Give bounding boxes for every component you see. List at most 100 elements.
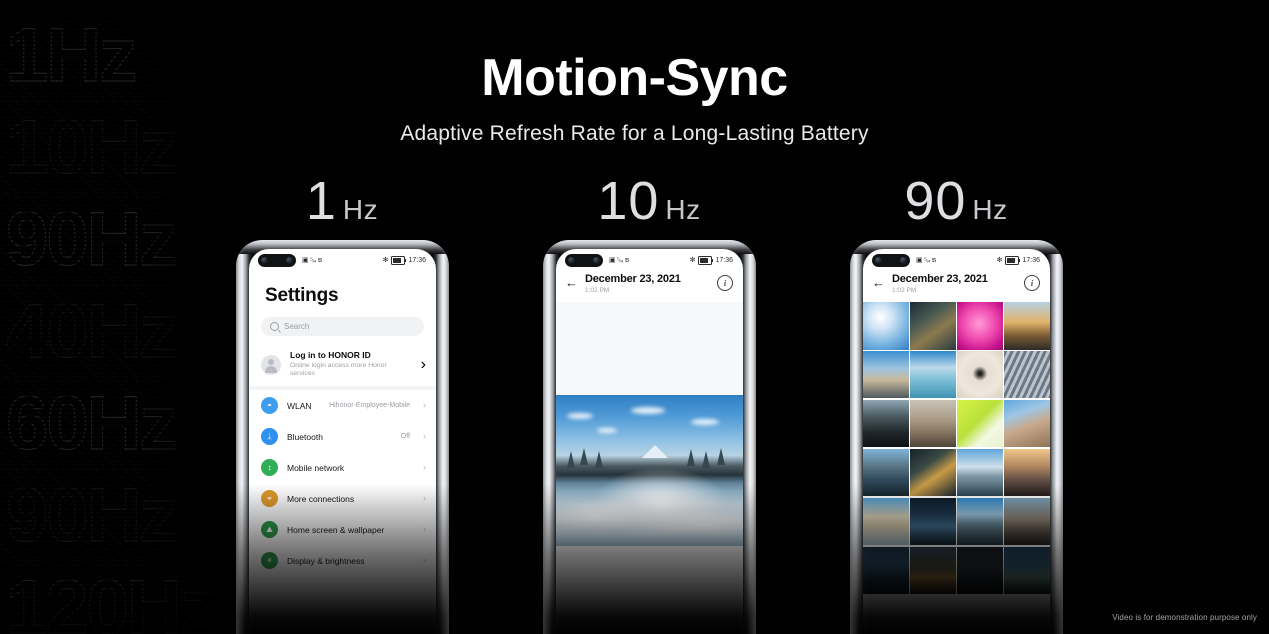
chevron-right-icon: › bbox=[423, 400, 426, 411]
settings-row-bluetooth[interactable]: ᛦ Bluetooth Off › bbox=[249, 421, 436, 452]
settings-row-mobile-network[interactable]: ↕ Mobile network › bbox=[249, 452, 436, 483]
photo-thumbnail[interactable] bbox=[1004, 399, 1050, 448]
rate-number: 10 bbox=[597, 171, 660, 231]
search-placeholder: Search bbox=[284, 322, 310, 331]
network-icons: ▣ ⁵ᵢ₄ ຣ bbox=[609, 257, 630, 264]
settings-list: ◓ WLAN Hihonor-Employee-Mobile › ᛦ Bluetooth O… bbox=[249, 390, 436, 576]
rate-unit: Hz bbox=[342, 194, 379, 225]
phone-frame: ▣ ⁵ᵢ₄ ຣ ✻ 17:36 Settings Search Log in t… bbox=[236, 240, 449, 634]
wifi-icon: ◓ bbox=[261, 397, 278, 415]
settings-row-label: Home screen & wallpaper bbox=[287, 524, 385, 535]
photo-thumbnail[interactable] bbox=[863, 399, 909, 448]
phone-settings: ▣ ⁵ᵢ₄ ຣ ✻ 17:36 Settings Search Log in t… bbox=[236, 240, 449, 634]
photo-thumbnail[interactable] bbox=[863, 448, 909, 497]
hz-decoration-row: 120Hz bbox=[0, 560, 232, 634]
status-left-icons: ▣ ⁵ᵢ₄ ຣ bbox=[916, 256, 936, 264]
settings-row-wlan[interactable]: ◓ WLAN Hihonor-Employee-Mobile › bbox=[249, 390, 436, 421]
settings-row-label: Display & brightness bbox=[287, 555, 365, 566]
chevron-right-icon: › bbox=[423, 462, 426, 473]
display-icon: ☀ bbox=[261, 552, 278, 570]
settings-row-label: Mobile network bbox=[287, 462, 345, 473]
honor-id-subtitle: Online login access more Honor services bbox=[290, 361, 387, 378]
photo-thumbnail[interactable] bbox=[957, 448, 1003, 497]
status-left-icons: ▣ ⁵ᵢ₄ ຣ bbox=[609, 256, 629, 264]
photo-date: December 23, 2021 bbox=[892, 273, 988, 285]
status-bar: ▣ ⁵ᵢ₄ ຣ ✻ 17:36 bbox=[863, 249, 1050, 271]
photo-thumbnail[interactable] bbox=[1004, 497, 1050, 546]
photo-thumbnail[interactable] bbox=[957, 351, 1003, 399]
photo-thumbnail[interactable] bbox=[910, 302, 956, 350]
bluetooth-icon: ✻ bbox=[996, 257, 1003, 264]
photo-thumbnail[interactable] bbox=[1004, 546, 1050, 595]
photo-thumbnail[interactable] bbox=[910, 546, 956, 595]
rate-number: 90 bbox=[904, 171, 967, 231]
hz-decoration-text: 90Hz bbox=[5, 473, 177, 558]
phone-frame: ▣ ⁵ᵢ₄ ຣ ✻ 17:36 ← December 23, 2021 1:02… bbox=[543, 240, 756, 634]
refresh-rate-label-90hz: 90 Hz bbox=[806, 170, 1106, 232]
refresh-rate-label-10hz: 10 Hz bbox=[499, 170, 799, 232]
honor-id-title: Log in to HONOR ID bbox=[290, 350, 371, 360]
hz-decoration-row: 40Hz bbox=[0, 284, 232, 380]
photo-thumbnail[interactable] bbox=[863, 302, 909, 350]
settings-row-value: Hihonor-Employee-Mobile bbox=[329, 402, 410, 410]
photo-thumbnail[interactable] bbox=[863, 546, 909, 595]
rate-number: 1 bbox=[305, 171, 337, 231]
chevron-right-icon: › bbox=[423, 524, 426, 535]
photo-thumbnail[interactable] bbox=[910, 448, 956, 497]
phone-screen: ▣ ⁵ᵢ₄ ຣ ✻ 17:36 Settings Search Log in t… bbox=[249, 249, 436, 634]
photo-time: 1:02 PM bbox=[892, 286, 917, 294]
status-bar: ▣ ⁵ᵢ₄ ຣ ✻ 17:36 bbox=[556, 249, 743, 271]
settings-row-more-connections[interactable]: ⚭ More connections › bbox=[249, 483, 436, 514]
page-subtitle: Adaptive Refresh Rate for a Long-Lasting… bbox=[400, 122, 869, 145]
refresh-rate-labels: 1 Hz 10 Hz 90 Hz bbox=[0, 170, 1269, 232]
photo-winter-lake[interactable] bbox=[556, 395, 743, 547]
photo-thumbnail[interactable] bbox=[957, 399, 1003, 448]
search-icon bbox=[270, 322, 279, 331]
status-clock: 17:36 bbox=[715, 256, 733, 264]
photo-thumbnail[interactable] bbox=[910, 351, 956, 399]
honor-id-login-row[interactable]: Log in to HONOR ID Online login access m… bbox=[249, 344, 436, 386]
status-right-icons: ✻ 17:36 bbox=[383, 255, 426, 265]
back-arrow-icon[interactable]: ← bbox=[872, 273, 885, 289]
back-arrow-icon[interactable]: ← bbox=[565, 273, 578, 289]
photo-thumbnail[interactable] bbox=[957, 302, 1003, 350]
photo-letterbox-top bbox=[556, 302, 743, 396]
photo-thumbnail[interactable] bbox=[910, 399, 956, 448]
front-camera-punchhole bbox=[258, 253, 296, 267]
photo-time: 1:02 PM bbox=[585, 286, 610, 294]
info-icon[interactable]: i bbox=[717, 275, 733, 291]
photo-thumbnail[interactable] bbox=[1004, 351, 1050, 399]
search-input[interactable]: Search bbox=[261, 317, 424, 336]
network-icons: ▣ ⁵ᵢ₄ ຣ bbox=[302, 257, 323, 264]
settings-row-home-screen-wallpaper[interactable]: ⛰ Home screen & wallpaper › bbox=[249, 514, 436, 545]
photo-thumbnail[interactable] bbox=[1004, 448, 1050, 497]
front-camera-punchhole bbox=[872, 253, 910, 267]
battery-icon bbox=[698, 255, 714, 265]
battery-icon bbox=[1005, 255, 1021, 265]
motion-sync-slide: 1Hz 10Hz 90Hz 40Hz 60Hz 90Hz 120Hz Motion-Sync… bbox=[0, 0, 1269, 634]
refresh-rate-label-1hz: 1 Hz bbox=[192, 170, 492, 232]
settings-row-display-brightness[interactable]: ☀ Display & brightness › bbox=[249, 545, 436, 576]
chevron-right-icon: › bbox=[423, 493, 426, 504]
photo-thumbnail[interactable] bbox=[1004, 302, 1050, 350]
photo-thumbnail[interactable] bbox=[957, 546, 1003, 595]
bluetooth-icon: ✻ bbox=[689, 257, 696, 264]
photo-thumbnail[interactable] bbox=[957, 497, 1003, 546]
photo-thumbnail[interactable] bbox=[863, 351, 909, 399]
photo-thumbnail[interactable] bbox=[863, 497, 909, 546]
rate-unit: Hz bbox=[972, 194, 1008, 225]
photo-date: December 23, 2021 bbox=[585, 273, 681, 285]
gallery-header: ← December 23, 2021 1:02 PM i bbox=[556, 271, 743, 302]
wallpaper-icon: ⛰ bbox=[261, 521, 278, 539]
settings-title: Settings bbox=[265, 285, 339, 306]
phone-photo-grid: ▣ ⁵ᵢ₄ ຣ ✻ 17:36 ← December 23, 2021 1:02… bbox=[850, 240, 1063, 634]
status-bar: ▣ ⁵ᵢ₄ ຣ ✻ 17:36 bbox=[249, 249, 436, 271]
chevron-right-icon: › bbox=[423, 431, 426, 442]
phone-frame: ▣ ⁵ᵢ₄ ຣ ✻ 17:36 ← December 23, 2021 1:02… bbox=[850, 240, 1063, 634]
bluetooth-icon: ᛦ bbox=[261, 428, 278, 446]
status-right-icons: ✻ 17:36 bbox=[996, 255, 1040, 265]
info-icon[interactable]: i bbox=[1024, 275, 1040, 291]
photo-thumbnail[interactable] bbox=[910, 497, 956, 546]
chevron-right-icon: › bbox=[420, 355, 426, 373]
link-icon: ⚭ bbox=[261, 490, 278, 508]
